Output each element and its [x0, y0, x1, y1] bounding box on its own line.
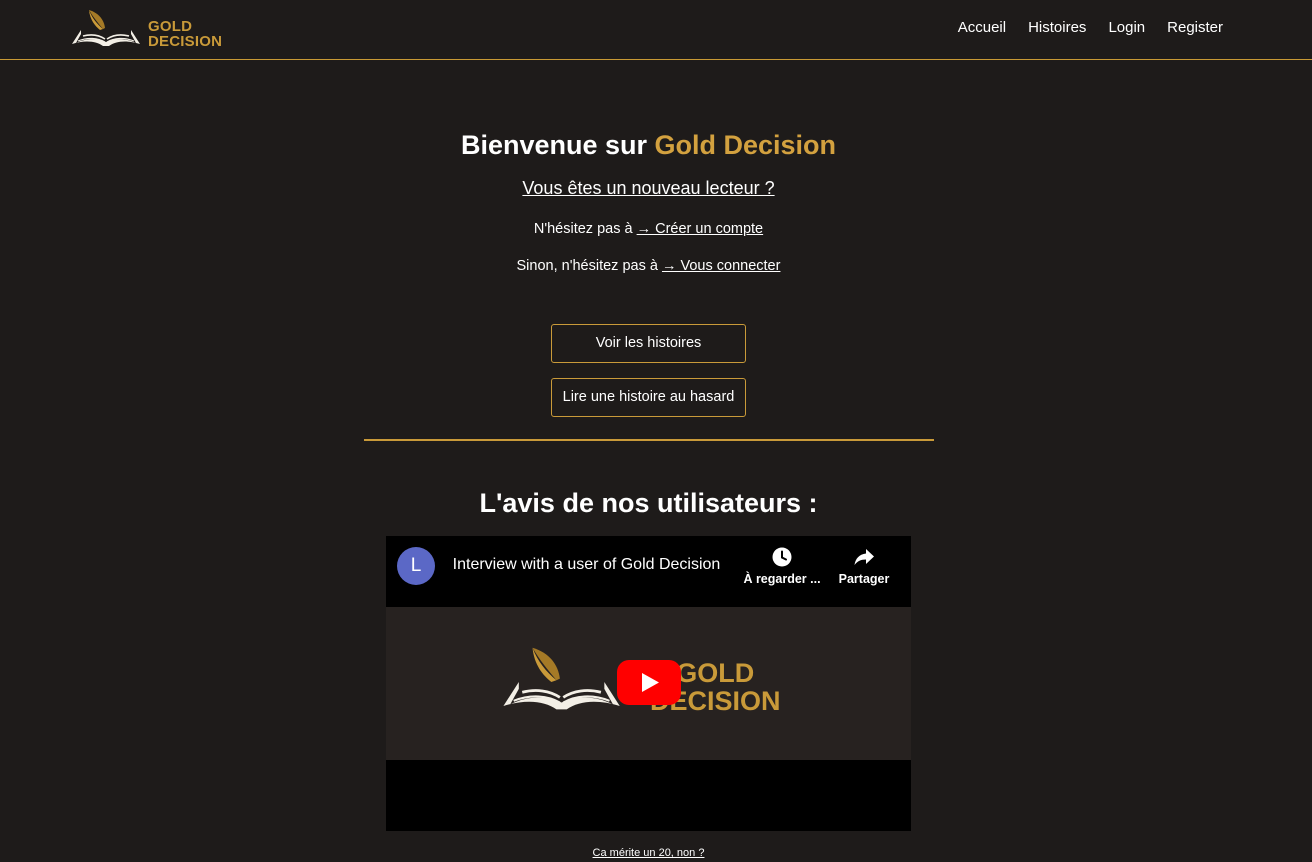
share-label: Partager	[838, 572, 890, 586]
brand-name: GOLD DECISION	[148, 19, 222, 49]
nav-home[interactable]: Accueil	[958, 19, 1006, 36]
new-reader-link[interactable]: Vous êtes un nouveau lecteur ?	[0, 178, 1297, 199]
section-divider	[364, 439, 934, 441]
nav-stories[interactable]: Histoires	[1028, 19, 1086, 36]
view-stories-button[interactable]: Voir les histoires	[551, 324, 746, 363]
play-button-icon[interactable]	[617, 660, 681, 705]
thumbnail-book-quill-icon	[503, 647, 620, 710]
watch-later-button[interactable]: À regarder ...	[737, 546, 827, 586]
welcome-title: Bienvenue sur Gold Decision	[0, 130, 1297, 161]
video-header: L Interview with a user of Gold Decision…	[386, 536, 911, 606]
login-line: Sinon, n'hésitez pas à → Vous connecter	[0, 258, 1297, 274]
nav-login[interactable]: Login	[1108, 19, 1145, 36]
brand-line2: DECISION	[148, 33, 223, 50]
login-text: Sinon, n'hésitez pas à	[516, 258, 662, 274]
welcome-brand-highlight: Gold Decision	[654, 130, 837, 160]
nav-links: Accueil Histoires Login Register	[958, 19, 1223, 36]
random-story-button[interactable]: Lire une histoire au hasard	[551, 378, 746, 417]
video-caption-link[interactable]: Ca mérite un 20, non ?	[0, 847, 1297, 859]
navbar: GOLD DECISION Accueil Histoires Login Re…	[0, 0, 1312, 60]
share-arrow-icon	[854, 549, 874, 565]
create-account-line: N'hésitez pas à → Créer un compte	[0, 221, 1297, 237]
book-quill-icon	[72, 10, 140, 46]
login-link[interactable]: → Vous connecter	[662, 258, 781, 274]
video-title[interactable]: Interview with a user of Gold Decision	[444, 556, 729, 574]
watch-later-label: À regarder ...	[743, 572, 821, 586]
clock-icon	[772, 547, 792, 567]
brand-line1: GOLD	[148, 18, 193, 35]
brand-logo-link[interactable]: GOLD DECISION	[70, 8, 230, 52]
welcome-prefix: Bienvenue sur	[460, 130, 655, 160]
video-embed[interactable]: L Interview with a user of Gold Decision…	[386, 536, 911, 831]
create-account-link[interactable]: → Créer un compte	[637, 221, 764, 237]
nav-register[interactable]: Register	[1167, 19, 1223, 36]
channel-avatar[interactable]: L	[397, 547, 435, 585]
create-account-text: N'hésitez pas à	[533, 221, 637, 237]
reviews-title: L'avis de nos utilisateurs :	[479, 488, 818, 518]
share-button[interactable]: Partager	[819, 546, 909, 586]
